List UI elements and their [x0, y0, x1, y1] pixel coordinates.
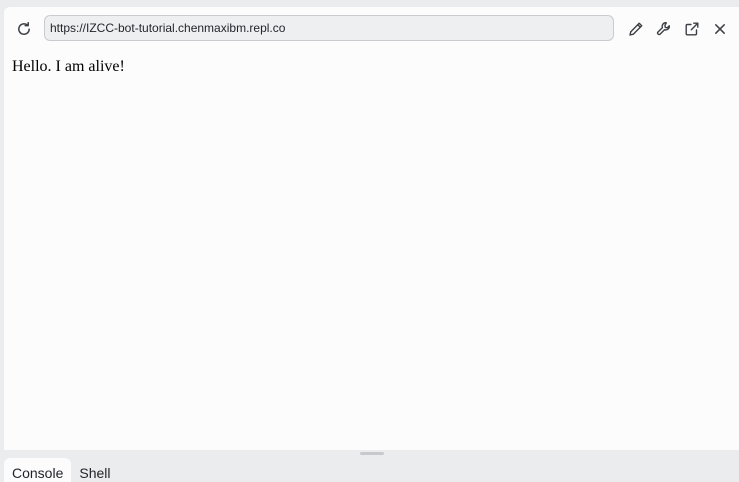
webview-page-text: Hello. I am alive!	[12, 58, 125, 75]
webview-toolbar	[4, 7, 739, 51]
open-in-new-tab-button[interactable]	[680, 17, 704, 41]
wrench-icon	[656, 22, 670, 36]
edit-button[interactable]	[624, 17, 648, 41]
close-icon	[715, 24, 725, 34]
tab-shell[interactable]: Shell	[71, 458, 118, 482]
tab-console[interactable]: Console	[4, 458, 72, 482]
webview-panel: Hello. I am alive!	[4, 7, 739, 450]
pencil-icon	[629, 22, 643, 36]
close-button[interactable]	[708, 17, 732, 41]
reload-button[interactable]	[12, 17, 36, 41]
external-link-icon	[685, 22, 699, 36]
panel-resize-handle[interactable]	[360, 452, 384, 455]
workspace-pane: Hello. I am alive! Console Shell	[0, 0, 739, 482]
url-input[interactable]	[50, 21, 613, 35]
reload-icon	[18, 21, 30, 35]
bottom-tab-bar: Console Shell	[4, 458, 119, 482]
devtools-button[interactable]	[652, 17, 676, 41]
url-bar[interactable]	[44, 15, 614, 41]
